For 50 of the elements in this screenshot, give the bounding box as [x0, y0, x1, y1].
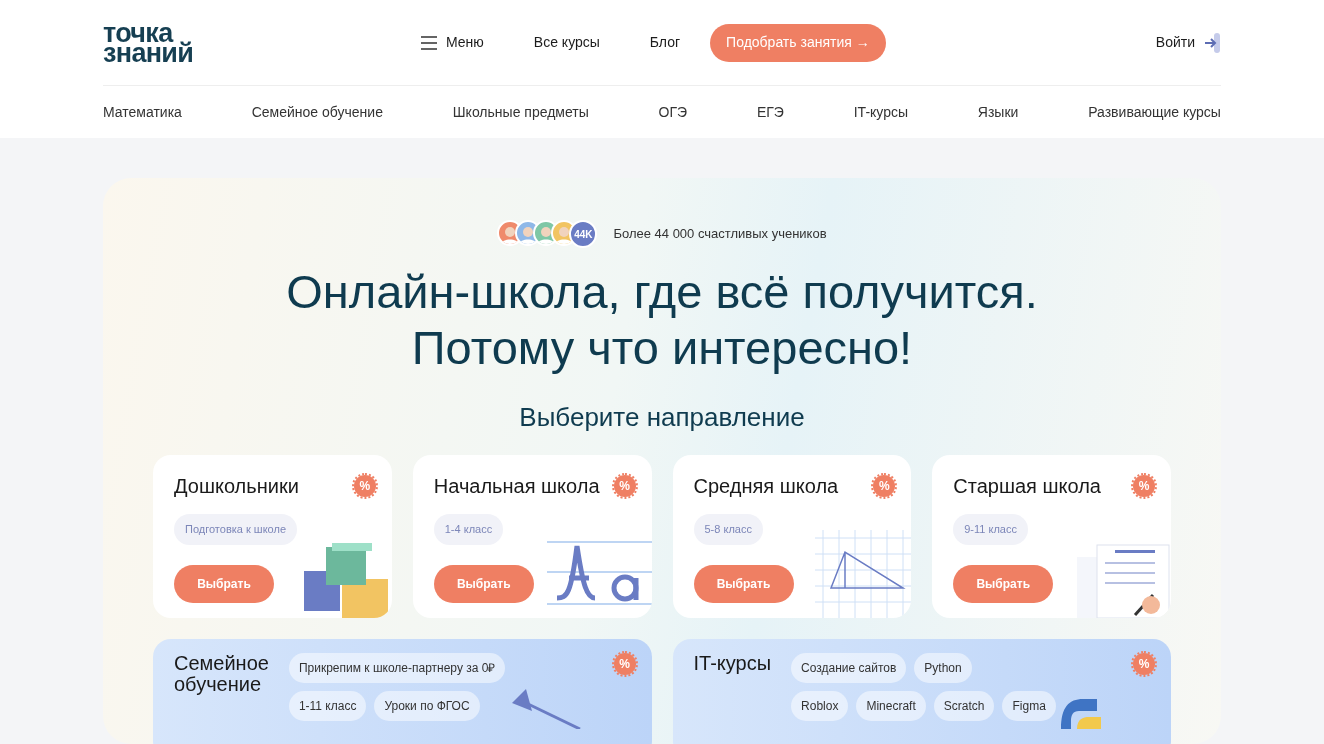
direction-card[interactable]: Старшая школа % 9-11 класс Выбрать: [932, 455, 1171, 618]
nav-link[interactable]: Все курсы: [533, 32, 600, 53]
card-title: Старшая школа: [953, 474, 1101, 499]
discount-badge: %: [613, 475, 636, 497]
card-title: IT-курсы: [693, 653, 772, 676]
discount-badge: %: [613, 653, 636, 675]
section-title: Выберите направление: [518, 401, 806, 434]
direction-card[interactable]: IT-курсы Создание сайтов Python Roblox Minecraft Scratch Figma %: [672, 639, 1171, 744]
category-link[interactable]: ОГЭ: [658, 101, 688, 123]
category-link[interactable]: Семейное обучение: [251, 101, 383, 123]
tag-chip: 1-4 класс: [433, 514, 504, 545]
direction-card[interactable]: Дошкольники % Подготовка к школе Выбрать: [153, 455, 392, 618]
logo[interactable]: точка знаний: [103, 22, 403, 63]
category-link[interactable]: Математика: [103, 101, 182, 123]
card-title: Семейное обучение: [174, 653, 269, 697]
tag-chip: Подготовка к школе: [174, 514, 297, 545]
menu-icon: [420, 35, 438, 50]
hero-title: Онлайн-школа, где всё получится. Потому что интересно!: [285, 264, 1039, 376]
card-title: Средняя школа: [693, 474, 839, 499]
card-title: Дошкольники: [174, 474, 299, 499]
tag-chip: 9-11 класс: [953, 514, 1028, 545]
tag-chip: Уроки по ФГОС: [374, 691, 480, 721]
direction-card[interactable]: Начальная школа % 1-4 класс Выбрать: [412, 455, 652, 618]
discount-badge: %: [1133, 653, 1155, 675]
tag-chip: Figma: [1002, 691, 1056, 721]
count-badge: 44K: [569, 220, 598, 248]
category-link[interactable]: Языки: [977, 101, 1019, 123]
tag-chip: 1-11 класс: [288, 691, 367, 721]
discount-badge: %: [1133, 475, 1155, 497]
tag-chip: 5-8 класс: [693, 514, 763, 545]
students-count-text: Более 44 000 счастливых учеников: [613, 225, 827, 244]
nav-link[interactable]: Блог: [649, 32, 681, 53]
tag-chip: Прикрепим к школе-партнеру за 0₽: [288, 653, 506, 683]
tag-chip: Minecraft: [856, 691, 926, 721]
category-link[interactable]: IT-курсы: [853, 101, 909, 123]
tag-chip: Roblox: [791, 691, 849, 721]
tag-chip: Scratch: [933, 691, 995, 721]
tag-chip: Python: [914, 653, 972, 683]
category-link[interactable]: Развивающие курсы: [1088, 101, 1221, 123]
card-title: Начальная школа: [433, 474, 600, 499]
category-link[interactable]: ЕГЭ: [756, 101, 784, 123]
tag-chip: Создание сайтов: [791, 653, 907, 683]
login-icon: [1203, 31, 1221, 54]
menu-button[interactable]: Меню: [420, 32, 484, 53]
category-link[interactable]: Школьные предметы: [452, 101, 589, 123]
discount-badge: %: [353, 475, 376, 497]
direction-card[interactable]: Семейное обучение Прикрепим к школе-партнеру за 0₽ 1-11 класс Уроки по ФГОС %: [153, 639, 652, 744]
discount-badge: %: [873, 475, 896, 497]
login-button[interactable]: Войти: [1155, 31, 1221, 54]
direction-card[interactable]: Средняя школа % 5-8 класс Выбрать: [672, 455, 912, 618]
